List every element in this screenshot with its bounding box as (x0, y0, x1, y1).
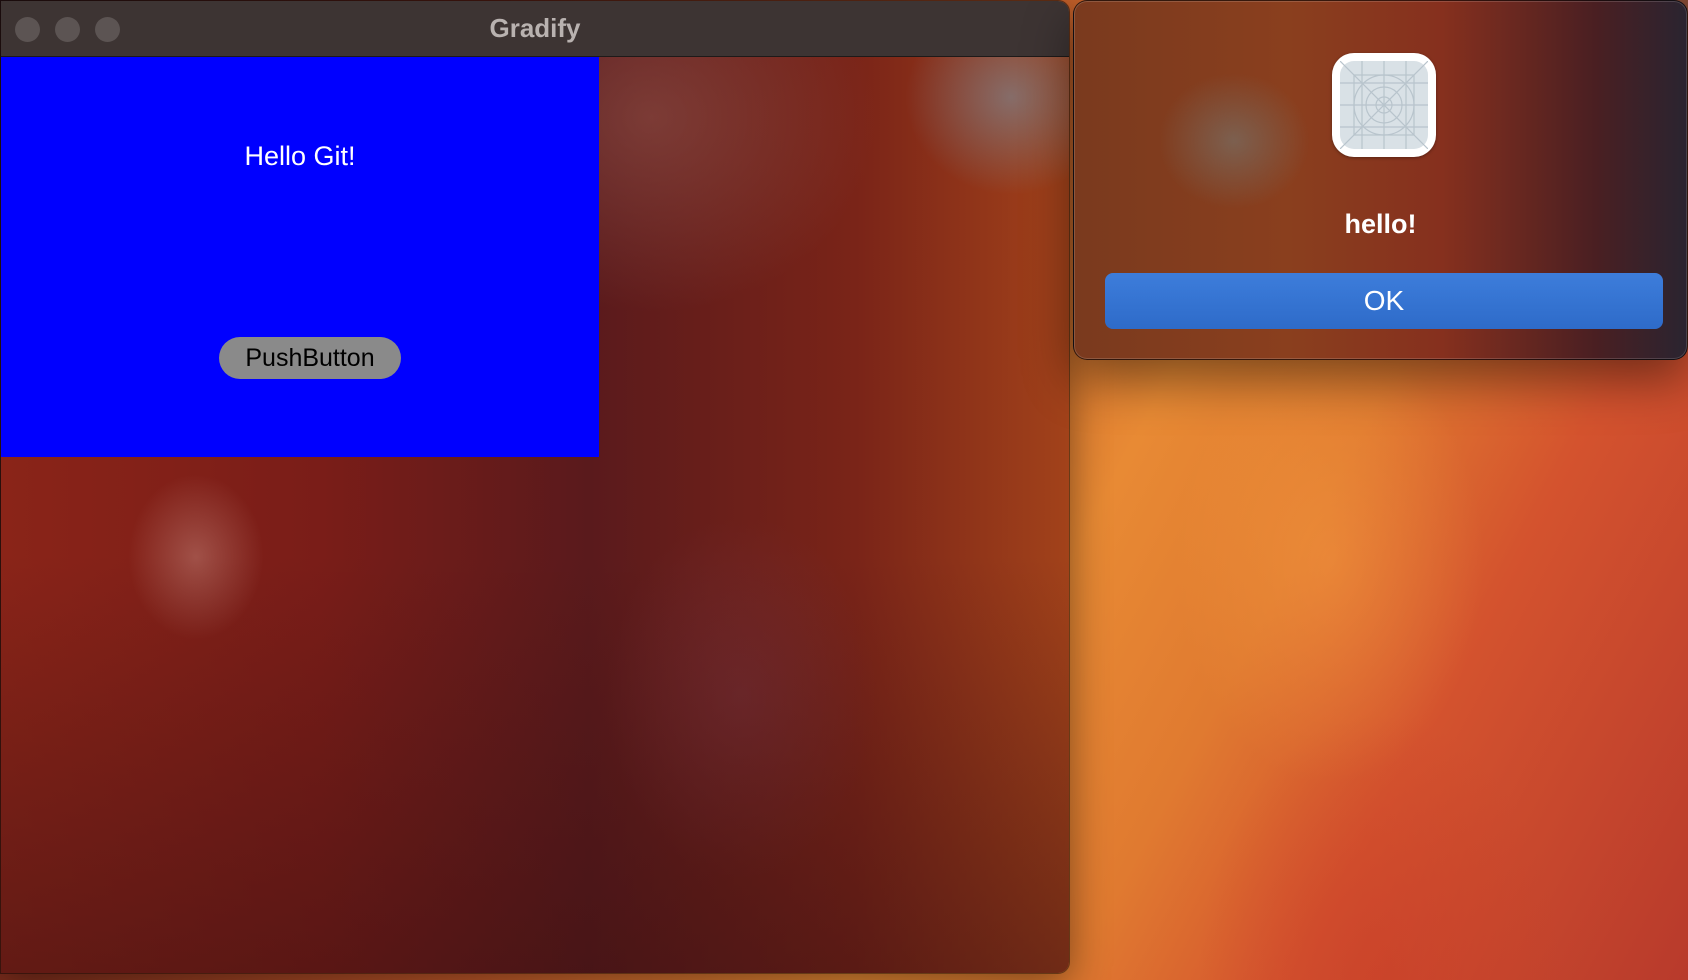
alert-dialog: hello! OK (1073, 0, 1688, 360)
blue-widget-panel: Hello Git! PushButton (1, 57, 599, 457)
push-button[interactable]: PushButton (219, 337, 401, 379)
title-bar[interactable]: Gradify (1, 1, 1069, 57)
window-content: Hello Git! PushButton (1, 57, 1069, 973)
ok-button[interactable]: OK (1105, 273, 1663, 329)
alert-message: hello! (1344, 209, 1417, 239)
app-placeholder-icon (1332, 53, 1436, 157)
main-window: Gradify Hello Git! PushButton (0, 0, 1070, 974)
window-title: Gradify (489, 13, 581, 43)
hello-label: Hello Git! (244, 141, 356, 171)
